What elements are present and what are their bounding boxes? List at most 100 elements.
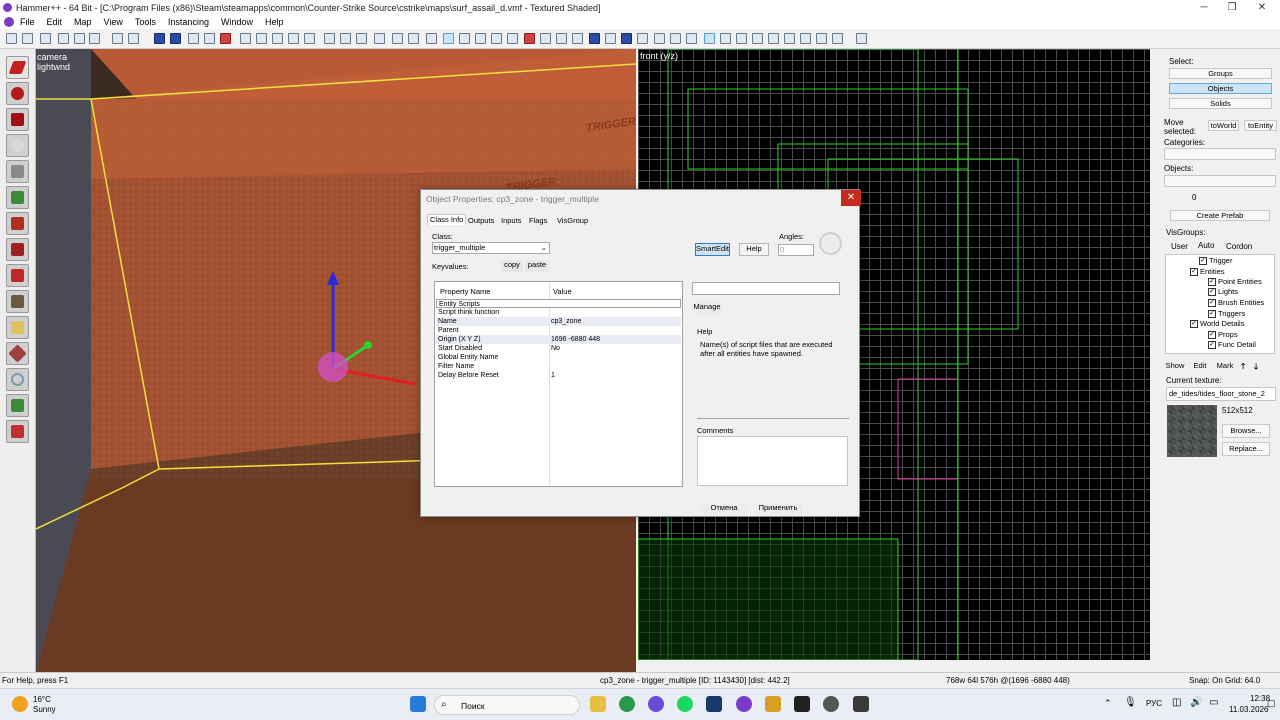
sound-icon[interactable] [736, 33, 747, 44]
app-icon-game[interactable] [853, 696, 869, 712]
entity-report-icon[interactable] [507, 33, 518, 44]
texture-align-icon[interactable] [408, 33, 419, 44]
toworld-button[interactable]: toWorld [1208, 120, 1239, 131]
table-row[interactable]: Parent [436, 326, 681, 335]
hide-icon[interactable] [188, 33, 199, 44]
app-icon-g[interactable] [823, 696, 839, 712]
clip-tool-icon[interactable] [6, 290, 29, 313]
checkbox-icon[interactable]: ✓ [1208, 287, 1216, 296]
tab-visgroup[interactable]: VisGroup [557, 216, 588, 225]
prefab-icon[interactable] [816, 33, 827, 44]
tie-icon[interactable] [459, 33, 470, 44]
table-row[interactable]: Delay Before Reset 1 [436, 371, 681, 380]
vg-tab-auto[interactable]: Auto [1198, 241, 1214, 250]
checkbox-icon[interactable]: ✓ [1208, 330, 1216, 339]
cancel-button[interactable]: Отмена [701, 503, 747, 515]
objects-button[interactable]: Objects [1169, 83, 1272, 94]
lighting-icon[interactable] [720, 33, 731, 44]
model-icon[interactable] [572, 33, 583, 44]
entity-tool-icon[interactable] [6, 134, 29, 157]
cm-icon[interactable] [637, 33, 648, 44]
overlay-icon[interactable] [784, 33, 795, 44]
smartedit-button[interactable]: SmartEdit [695, 243, 730, 256]
hide-unselected-icon[interactable] [204, 33, 215, 44]
checkbox-icon[interactable]: ✓ [1208, 309, 1216, 318]
discord-icon[interactable] [648, 696, 664, 712]
chevron-up-icon[interactable]: ⌃ [1104, 698, 1112, 709]
select-box-icon[interactable] [426, 33, 437, 44]
magnify-tool-icon[interactable] [6, 82, 29, 105]
copy-button[interactable]: copy [501, 260, 523, 272]
sphere-tool-icon[interactable] [6, 368, 29, 391]
search-box[interactable]: ⌕ Поиск [434, 695, 580, 715]
battery-icon[interactable]: ▭ [1209, 697, 1218, 708]
tab-flags[interactable]: Flags [529, 216, 547, 225]
menu-instancing[interactable]: Instancing [162, 17, 215, 27]
grid-smaller-icon[interactable] [22, 33, 33, 44]
ungroup-icon[interactable] [170, 33, 181, 44]
app-icon-a[interactable] [765, 696, 781, 712]
apply-texture-icon[interactable] [6, 212, 29, 235]
vg-tab-cordon[interactable]: Cordon [1226, 242, 1252, 251]
table-row[interactable]: Origin (X Y Z) 1696 -6880 448 [436, 335, 681, 344]
vertex-icon[interactable] [288, 33, 299, 44]
instance-icon[interactable] [800, 33, 811, 44]
show-button[interactable]: Show [1164, 361, 1186, 372]
clock-date[interactable]: 11.03.2026 [1229, 705, 1268, 714]
table-row[interactable]: Name cp3_zone [436, 317, 681, 326]
table-row[interactable]: Global Entity Name [436, 353, 681, 362]
pointer-icon[interactable] [443, 33, 454, 44]
table-row[interactable]: Start Disabled No [436, 344, 681, 353]
checkbox-icon[interactable]: ✓ [1190, 267, 1198, 276]
groups-button[interactable]: Groups [1169, 68, 1272, 79]
camera-icon[interactable] [589, 33, 600, 44]
hollow-icon[interactable] [256, 33, 267, 44]
replace-button[interactable]: Replace... [1222, 442, 1270, 456]
texture-tool-icon[interactable] [6, 186, 29, 209]
close-window-button[interactable]: ✕ [1248, 0, 1276, 15]
spline-icon[interactable] [752, 33, 763, 44]
copy-icon[interactable] [340, 33, 351, 44]
steam-icon[interactable] [706, 696, 722, 712]
texture-scale-icon[interactable] [392, 33, 403, 44]
extra-icon[interactable] [856, 33, 867, 44]
app-menu-icon[interactable] [4, 17, 14, 27]
open-icon[interactable] [74, 33, 85, 44]
clip-icon[interactable] [272, 33, 283, 44]
maximize-button[interactable]: ❐ [1218, 0, 1246, 15]
tree-item[interactable]: ✓ Trigger [1199, 256, 1232, 265]
group-icon[interactable] [154, 33, 165, 44]
arrow-down-icon[interactable]: 🡓 [1254, 361, 1258, 375]
notification-icon[interactable]: ▢ [1267, 698, 1276, 709]
menu-view[interactable]: View [98, 17, 129, 27]
tab-outputs[interactable]: Outputs [468, 216, 494, 225]
flip-h-icon[interactable] [654, 33, 665, 44]
sprinkle-tool-icon[interactable] [6, 420, 29, 443]
comments-textarea[interactable] [697, 436, 848, 486]
snap-icon[interactable] [704, 33, 715, 44]
texture-dropdown[interactable]: de_tides/tides_floor_stone_2 [1166, 387, 1276, 401]
cut-icon[interactable] [324, 33, 335, 44]
app-icon-k[interactable] [794, 696, 810, 712]
paste-icon[interactable] [356, 33, 367, 44]
cubemap-icon[interactable] [621, 33, 632, 44]
toggle-icon[interactable] [605, 33, 616, 44]
arrow-up-icon[interactable]: 🡑 [1241, 361, 1245, 375]
table-row[interactable]: Script think function [436, 308, 681, 317]
angles-input[interactable]: 0 [778, 244, 814, 256]
help-button[interactable]: Help [739, 243, 769, 256]
file-explorer-icon[interactable] [590, 696, 606, 712]
menu-help[interactable]: Help [259, 17, 290, 27]
camera-tool-icon[interactable] [6, 108, 29, 131]
paste-button[interactable]: paste [525, 260, 549, 272]
tab-class-info[interactable]: Class Info [427, 214, 467, 225]
redo-icon[interactable] [128, 33, 139, 44]
texture-lock-icon[interactable] [374, 33, 385, 44]
volume-icon[interactable]: 🔊 [1190, 697, 1202, 708]
tree-item[interactable]: ✓ Triggers [1208, 309, 1245, 318]
solids-button[interactable]: Solids [1169, 98, 1272, 109]
move-to-world-icon[interactable] [475, 33, 486, 44]
tree-item[interactable]: ✓ Lights [1208, 287, 1238, 296]
hammer-icon[interactable] [736, 696, 752, 712]
create-prefab-button[interactable]: Create Prefab [1170, 210, 1270, 221]
